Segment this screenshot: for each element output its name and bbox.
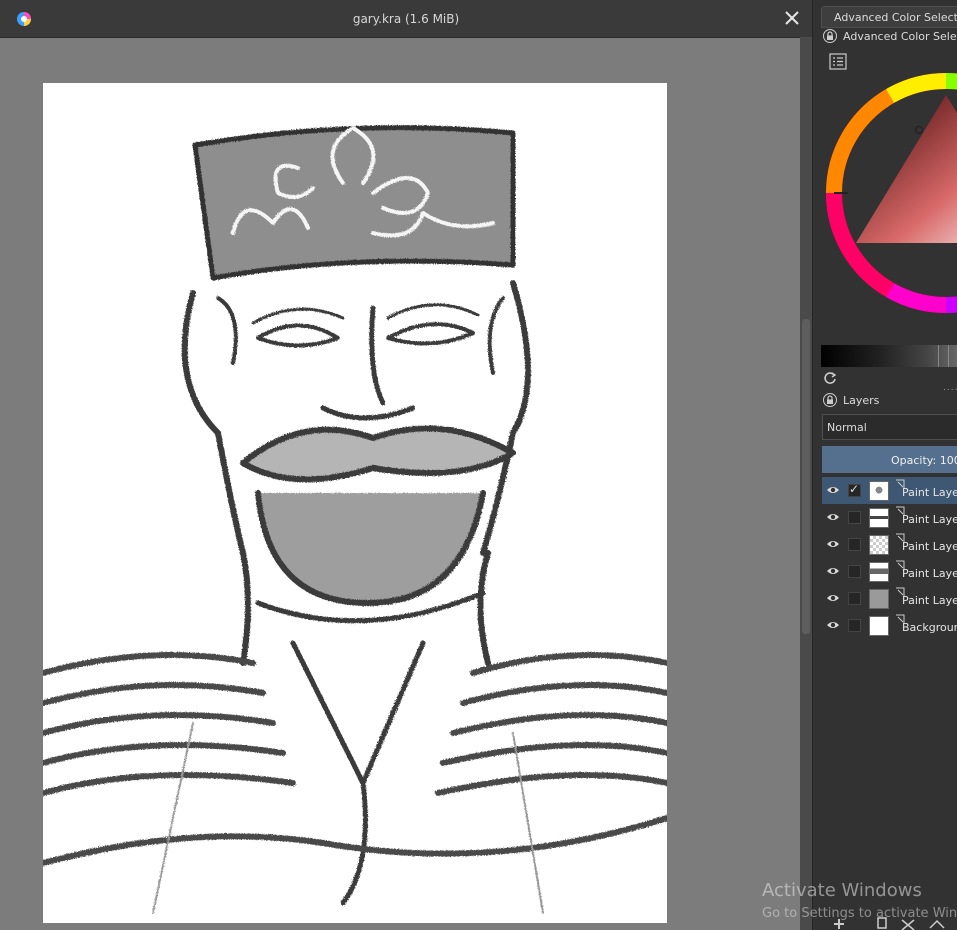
shade-marker	[938, 345, 939, 367]
sketch-artwork	[43, 125, 667, 914]
layer-row[interactable]: Paint Layer	[822, 531, 957, 558]
layers-docker-header: Layers	[823, 393, 879, 407]
layer-select-checkbox[interactable]	[848, 592, 861, 605]
shade-marker	[948, 345, 949, 367]
layer-row[interactable]: Paint Layer	[822, 558, 957, 585]
opacity-slider[interactable]: Opacity: 100%	[822, 446, 957, 473]
canvas-vertical-scrollbar[interactable]	[800, 37, 812, 930]
color-wheel-triangle[interactable]	[821, 68, 957, 328]
layer-row[interactable]: Paint Layer	[822, 504, 957, 531]
layer-select-checkbox[interactable]	[848, 538, 861, 551]
layer-thumbnail	[869, 616, 889, 636]
layer-row[interactable]: Paint Layer	[822, 585, 957, 612]
layer-thumbnail	[869, 562, 889, 582]
layer-thumbnail	[869, 589, 889, 609]
layer-row[interactable]: Background	[822, 612, 957, 639]
right-docker-panel: Advanced Color Selector Advanced Color S…	[812, 0, 957, 930]
layer-name: Paint Layer	[902, 486, 957, 499]
document-title: gary.kra (1.6 MiB)	[352, 12, 460, 26]
layer-select-checkbox[interactable]	[848, 565, 861, 578]
shade-selector-strip[interactable]	[821, 345, 957, 367]
layer-thumbnail	[869, 508, 889, 528]
tab-advanced-color-selector[interactable]: Advanced Color Selector	[821, 6, 957, 28]
layer-name: Paint Layer	[902, 567, 957, 580]
layer-select-checkbox[interactable]: ✓	[848, 482, 861, 497]
color-selector-title: Advanced Color Selector	[843, 29, 957, 43]
close-icon[interactable]	[782, 8, 802, 28]
visibility-eye-icon[interactable]	[826, 592, 840, 604]
layer-select-checkbox[interactable]	[848, 511, 861, 524]
move-down-icon	[901, 919, 915, 930]
layer-name: Paint Layer	[902, 513, 957, 526]
layers-title: Layers	[843, 393, 880, 407]
visibility-eye-icon[interactable]	[826, 511, 840, 523]
scrollbar-thumb[interactable]	[802, 319, 810, 634]
layer-name: Paint Layer	[902, 594, 957, 607]
add-layer-icon	[834, 919, 844, 929]
layer-row[interactable]: ✓ Paint Layer	[822, 477, 957, 504]
layer-select-checkbox[interactable]	[848, 619, 861, 632]
lock-icon[interactable]	[823, 393, 837, 407]
layer-thumbnail	[869, 535, 889, 555]
visibility-eye-icon[interactable]	[826, 484, 840, 496]
activation-watermark-title: Activate Windows	[762, 880, 922, 901]
move-up-icon	[929, 919, 945, 929]
refresh-icon[interactable]	[823, 371, 837, 385]
visibility-eye-icon[interactable]	[826, 619, 840, 631]
visibility-eye-icon[interactable]	[826, 538, 840, 550]
layer-name: Background	[902, 621, 957, 634]
layer-list: ✓ Paint Layer Paint Layer Paint Layer Paint …	[822, 477, 957, 639]
duplicate-layer-icon	[877, 917, 887, 929]
drawing-canvas[interactable]	[43, 83, 667, 923]
checkmark-icon: ✓	[849, 482, 860, 496]
blend-mode-select[interactable]: Normal	[822, 414, 957, 440]
layer-toolbar-icons[interactable]	[830, 916, 957, 930]
layer-name: Paint Layer	[902, 540, 957, 553]
lock-icon[interactable]	[823, 29, 837, 43]
color-selector-header: Advanced Color Selector	[823, 29, 957, 43]
docker-drag-handle[interactable]: ....	[943, 383, 957, 393]
canvas-window: gary.kra (1.6 MiB)	[0, 0, 812, 930]
document-titlebar: gary.kra (1.6 MiB)	[0, 0, 812, 38]
opacity-label: Opacity: 100%	[891, 454, 957, 467]
layer-thumbnail	[869, 481, 889, 501]
visibility-eye-icon[interactable]	[826, 565, 840, 577]
